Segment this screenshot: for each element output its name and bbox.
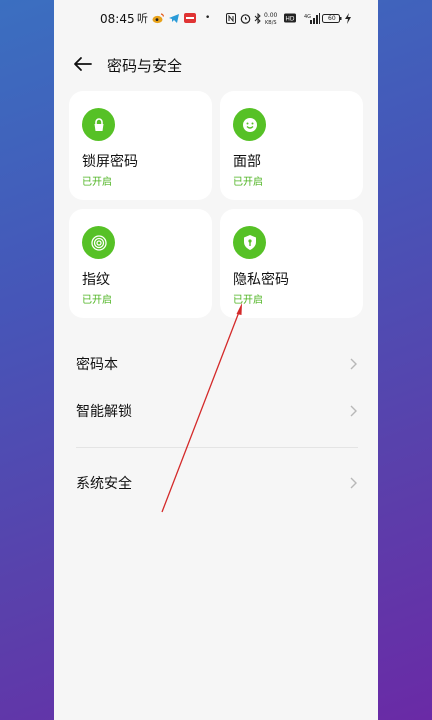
nfc-icon	[226, 13, 236, 24]
alarm-icon	[240, 13, 251, 24]
row-system-security[interactable]: 系统安全	[54, 461, 378, 505]
speed-value: 0.00	[264, 12, 278, 19]
back-arrow-icon	[74, 57, 92, 71]
card-fingerprint[interactable]: 指纹 已开启	[69, 209, 212, 318]
page-header: 密码与安全	[54, 48, 378, 80]
card-status: 已开启	[82, 177, 112, 188]
signal-icon	[310, 13, 320, 24]
card-label: 面部	[233, 154, 261, 170]
row-label: 密码本	[76, 357, 118, 373]
hd-icon: HD	[284, 13, 296, 24]
chevron-right-icon	[350, 405, 357, 417]
row-smart-unlock[interactable]: 智能解锁	[54, 389, 378, 433]
card-privacy-password[interactable]: 隐私密码 已开启	[220, 209, 363, 318]
chevron-right-icon	[350, 358, 357, 370]
weibo-icon	[152, 13, 165, 24]
card-label: 指纹	[82, 272, 110, 288]
back-button[interactable]	[72, 54, 94, 74]
face-icon	[233, 108, 266, 141]
card-status: 已开启	[82, 295, 112, 306]
status-bar: 08:45 听 • 0.00 KB/S HD 4G 60	[54, 0, 378, 40]
card-lock-screen-password[interactable]: 锁屏密码 已开启	[69, 91, 212, 200]
row-label: 系统安全	[76, 476, 132, 492]
charging-icon	[345, 13, 351, 24]
phone-screen: 08:45 听 • 0.00 KB/S HD 4G 60 密码与安全 锁屏密码 …	[54, 0, 378, 720]
card-status: 已开启	[233, 295, 263, 306]
fingerprint-icon	[82, 226, 115, 259]
lock-icon	[82, 108, 115, 141]
row-password-book[interactable]: 密码本	[54, 342, 378, 386]
card-status: 已开启	[233, 177, 263, 188]
divider	[76, 447, 358, 448]
battery-level: 60	[328, 15, 336, 22]
dot-icon: •	[205, 13, 211, 23]
row-label: 智能解锁	[76, 404, 132, 420]
card-label: 隐私密码	[233, 272, 289, 288]
svg-text:HD: HD	[285, 16, 295, 23]
card-face[interactable]: 面部 已开启	[220, 91, 363, 200]
red-app-icon	[184, 13, 196, 24]
shield-key-icon	[233, 226, 266, 259]
bluetooth-icon	[254, 12, 262, 25]
listen-app-icon: 听	[137, 12, 148, 25]
speed-unit: KB/S	[265, 20, 277, 26]
chevron-right-icon	[350, 477, 357, 489]
status-time: 08:45	[100, 12, 135, 26]
telegram-icon	[168, 13, 180, 24]
page-title: 密码与安全	[107, 57, 183, 75]
card-label: 锁屏密码	[82, 154, 138, 170]
